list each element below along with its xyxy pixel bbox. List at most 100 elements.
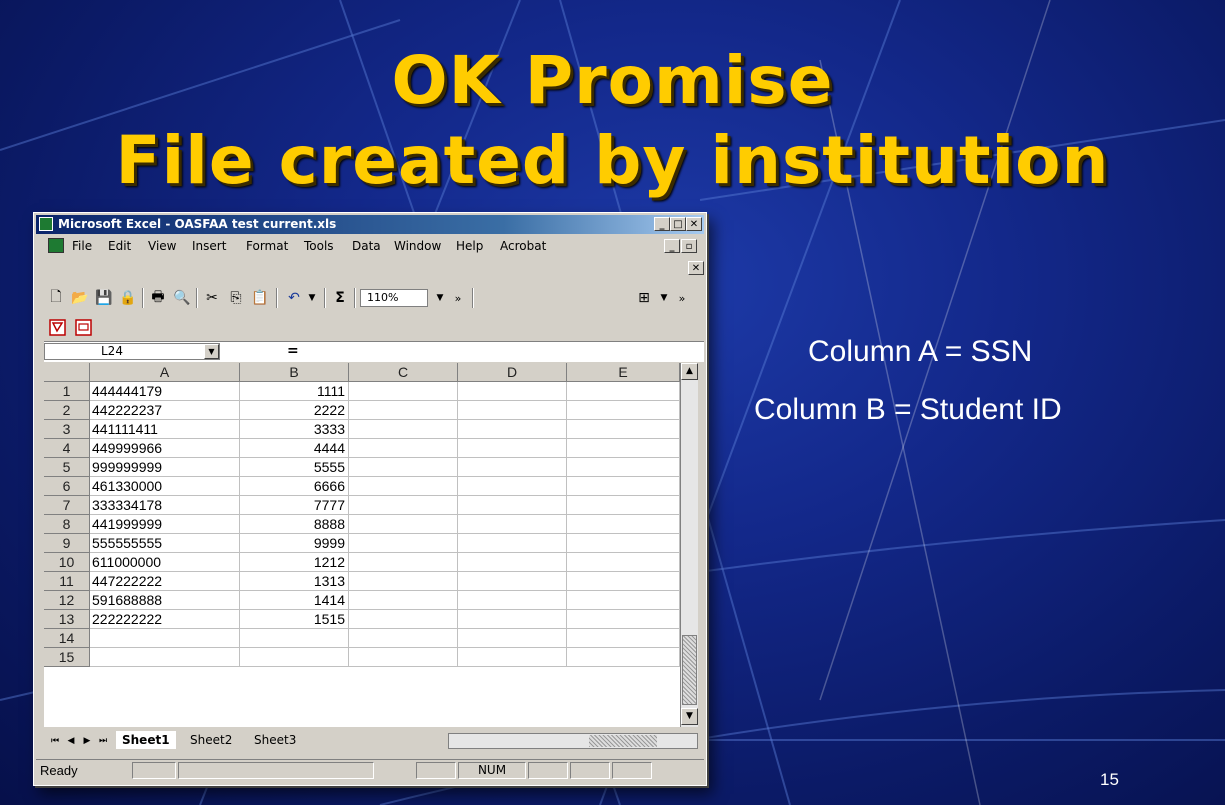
- name-box[interactable]: L24: [44, 343, 220, 360]
- paste-icon[interactable]: 📋: [250, 288, 270, 308]
- close-icon[interactable]: ✕: [686, 217, 702, 231]
- cell-column-d[interactable]: [458, 534, 567, 553]
- cell-column-e[interactable]: [567, 458, 680, 477]
- cell-column-d[interactable]: [458, 401, 567, 420]
- cell-column-a[interactable]: 442222237: [90, 401, 240, 420]
- row-header[interactable]: 4: [44, 439, 90, 458]
- menu-edit[interactable]: Edit: [108, 239, 131, 253]
- cell-column-b[interactable]: 1515: [240, 610, 349, 629]
- menu-window[interactable]: Window: [394, 239, 441, 253]
- row-header[interactable]: 13: [44, 610, 90, 629]
- cell-column-e[interactable]: [567, 553, 680, 572]
- sheet-tab-sheet2[interactable]: Sheet2: [184, 731, 238, 749]
- window-titlebar[interactable]: Microsoft Excel - OASFAA test current.xl…: [36, 215, 704, 234]
- cell-column-c[interactable]: [349, 572, 458, 591]
- cell-column-e[interactable]: [567, 610, 680, 629]
- open-icon[interactable]: 📂: [70, 288, 90, 308]
- row-header[interactable]: 15: [44, 648, 90, 667]
- cell-column-d[interactable]: [458, 382, 567, 401]
- cell-column-d[interactable]: [458, 610, 567, 629]
- cell-column-e[interactable]: [567, 382, 680, 401]
- horizontal-scrollbar[interactable]: [448, 733, 698, 749]
- cell-column-a[interactable]: 333334178: [90, 496, 240, 515]
- cell-column-c[interactable]: [349, 534, 458, 553]
- cell-column-a[interactable]: 222222222: [90, 610, 240, 629]
- cell-column-b[interactable]: 3333: [240, 420, 349, 439]
- zoom-select[interactable]: 110%: [360, 289, 428, 307]
- cell-column-a[interactable]: [90, 648, 240, 667]
- cell-column-c[interactable]: [349, 458, 458, 477]
- row-header[interactable]: 1: [44, 382, 90, 401]
- workbook-icon[interactable]: [48, 238, 64, 253]
- borders-dropdown-icon[interactable]: ▼: [654, 288, 674, 308]
- column-header-d[interactable]: D: [458, 363, 567, 382]
- sheet-tab-sheet1[interactable]: Sheet1: [116, 731, 176, 749]
- cell-column-c[interactable]: [349, 629, 458, 648]
- cell-column-d[interactable]: [458, 591, 567, 610]
- doc-restore-icon[interactable]: ▫: [681, 239, 697, 253]
- column-header-a[interactable]: A: [90, 363, 240, 382]
- cell-column-e[interactable]: [567, 420, 680, 439]
- cell-column-d[interactable]: [458, 629, 567, 648]
- row-header[interactable]: 12: [44, 591, 90, 610]
- row-header[interactable]: 7: [44, 496, 90, 515]
- cell-column-a[interactable]: 999999999: [90, 458, 240, 477]
- menu-tools[interactable]: Tools: [304, 239, 334, 253]
- doc-minimize-icon[interactable]: _: [664, 239, 680, 253]
- cell-column-e[interactable]: [567, 477, 680, 496]
- cell-column-d[interactable]: [458, 477, 567, 496]
- column-header-c[interactable]: C: [349, 363, 458, 382]
- cell-column-a[interactable]: 447222222: [90, 572, 240, 591]
- cell-column-b[interactable]: 7777: [240, 496, 349, 515]
- cell-column-b[interactable]: 8888: [240, 515, 349, 534]
- cell-column-b[interactable]: 1212: [240, 553, 349, 572]
- name-box-dropdown-icon[interactable]: ▼: [204, 344, 219, 359]
- permission-icon[interactable]: 🔒: [118, 288, 138, 308]
- cell-column-d[interactable]: [458, 572, 567, 591]
- convert-to-pdf-icon[interactable]: [48, 317, 68, 337]
- cut-icon[interactable]: ✂: [202, 288, 222, 308]
- cell-column-a[interactable]: 591688888: [90, 591, 240, 610]
- scroll-up-icon[interactable]: ▲: [681, 363, 698, 380]
- cell-column-a[interactable]: 441111411: [90, 420, 240, 439]
- spreadsheet-grid[interactable]: A B C D E 1 444444179 1111 2 442222237 2222 3 4…: [44, 363, 680, 727]
- print-preview-icon[interactable]: 🔍: [172, 288, 192, 308]
- last-sheet-icon[interactable]: ⏭: [96, 733, 110, 749]
- cell-column-b[interactable]: 2222: [240, 401, 349, 420]
- menu-acrobat[interactable]: Acrobat: [500, 239, 546, 253]
- row-header[interactable]: 2: [44, 401, 90, 420]
- cell-column-a[interactable]: 461330000: [90, 477, 240, 496]
- undo-dropdown-icon[interactable]: ▼: [302, 288, 322, 308]
- autosum-icon[interactable]: Σ: [330, 288, 350, 308]
- toolbar-options-icon[interactable]: »: [448, 288, 468, 308]
- print-icon[interactable]: 🖶: [148, 288, 168, 308]
- menu-help[interactable]: Help: [456, 239, 483, 253]
- row-header[interactable]: 9: [44, 534, 90, 553]
- cell-column-e[interactable]: [567, 629, 680, 648]
- cell-column-e[interactable]: [567, 572, 680, 591]
- cell-column-e[interactable]: [567, 439, 680, 458]
- minimize-icon[interactable]: _: [654, 217, 670, 231]
- row-header[interactable]: 14: [44, 629, 90, 648]
- vertical-scroll-thumb[interactable]: [682, 635, 697, 705]
- zoom-dropdown-icon[interactable]: ▼: [430, 288, 450, 308]
- cell-column-a[interactable]: 611000000: [90, 553, 240, 572]
- cell-column-b[interactable]: 5555: [240, 458, 349, 477]
- cell-column-c[interactable]: [349, 439, 458, 458]
- cell-column-c[interactable]: [349, 382, 458, 401]
- horizontal-scroll-thumb[interactable]: [589, 735, 657, 747]
- cell-column-d[interactable]: [458, 553, 567, 572]
- cell-column-b[interactable]: [240, 648, 349, 667]
- cell-column-c[interactable]: [349, 477, 458, 496]
- convert-and-email-pdf-icon[interactable]: [74, 317, 94, 337]
- prev-sheet-icon[interactable]: ◀: [64, 733, 78, 749]
- sheet-tab-sheet3[interactable]: Sheet3: [248, 731, 302, 749]
- cell-column-d[interactable]: [458, 420, 567, 439]
- cell-column-a[interactable]: 555555555: [90, 534, 240, 553]
- cell-column-a[interactable]: 444444179: [90, 382, 240, 401]
- cell-column-c[interactable]: [349, 591, 458, 610]
- menu-format[interactable]: Format: [246, 239, 288, 253]
- menu-view[interactable]: View: [148, 239, 176, 253]
- row-header[interactable]: 8: [44, 515, 90, 534]
- cell-column-e[interactable]: [567, 648, 680, 667]
